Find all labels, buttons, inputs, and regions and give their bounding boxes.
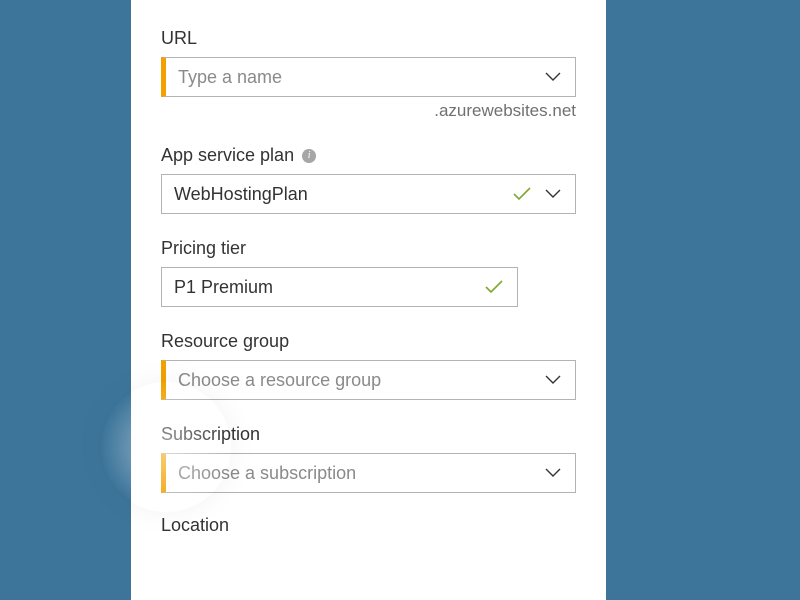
- subscription-label: Subscription: [161, 424, 260, 445]
- app-service-plan-value: WebHostingPlan: [162, 184, 513, 205]
- chevron-down-icon: [545, 189, 561, 199]
- app-service-plan-field-group: App service plan i WebHostingPlan: [161, 145, 576, 214]
- subscription-field-group: Subscription Choose a subscription: [161, 424, 576, 493]
- check-icon: [485, 280, 503, 294]
- resource-group-placeholder: Choose a resource group: [166, 370, 545, 391]
- url-placeholder: Type a name: [166, 67, 545, 88]
- app-service-plan-select[interactable]: WebHostingPlan: [161, 174, 576, 214]
- pricing-tier-label: Pricing tier: [161, 238, 246, 259]
- chevron-down-icon: [545, 72, 561, 82]
- location-field-group: Location: [161, 515, 576, 536]
- url-field-group: URL Type a name .azurewebsites.net: [161, 28, 576, 121]
- chevron-down-icon: [545, 375, 561, 385]
- app-service-plan-label: App service plan: [161, 145, 294, 166]
- resource-group-field-group: Resource group Choose a resource group: [161, 331, 576, 400]
- pricing-tier-select[interactable]: P1 Premium: [161, 267, 518, 307]
- url-input[interactable]: Type a name: [161, 57, 576, 97]
- check-icon: [513, 187, 531, 201]
- pricing-tier-value: P1 Premium: [162, 277, 485, 298]
- info-icon[interactable]: i: [302, 149, 316, 163]
- location-label: Location: [161, 515, 229, 536]
- resource-group-select[interactable]: Choose a resource group: [161, 360, 576, 400]
- form-panel: URL Type a name .azurewebsites.net App s…: [131, 0, 606, 600]
- url-label: URL: [161, 28, 197, 49]
- url-suffix: .azurewebsites.net: [161, 101, 576, 121]
- pricing-tier-field-group: Pricing tier P1 Premium: [161, 238, 576, 307]
- resource-group-label: Resource group: [161, 331, 289, 352]
- chevron-down-icon: [545, 468, 561, 478]
- subscription-placeholder: Choose a subscription: [166, 463, 545, 484]
- subscription-select[interactable]: Choose a subscription: [161, 453, 576, 493]
